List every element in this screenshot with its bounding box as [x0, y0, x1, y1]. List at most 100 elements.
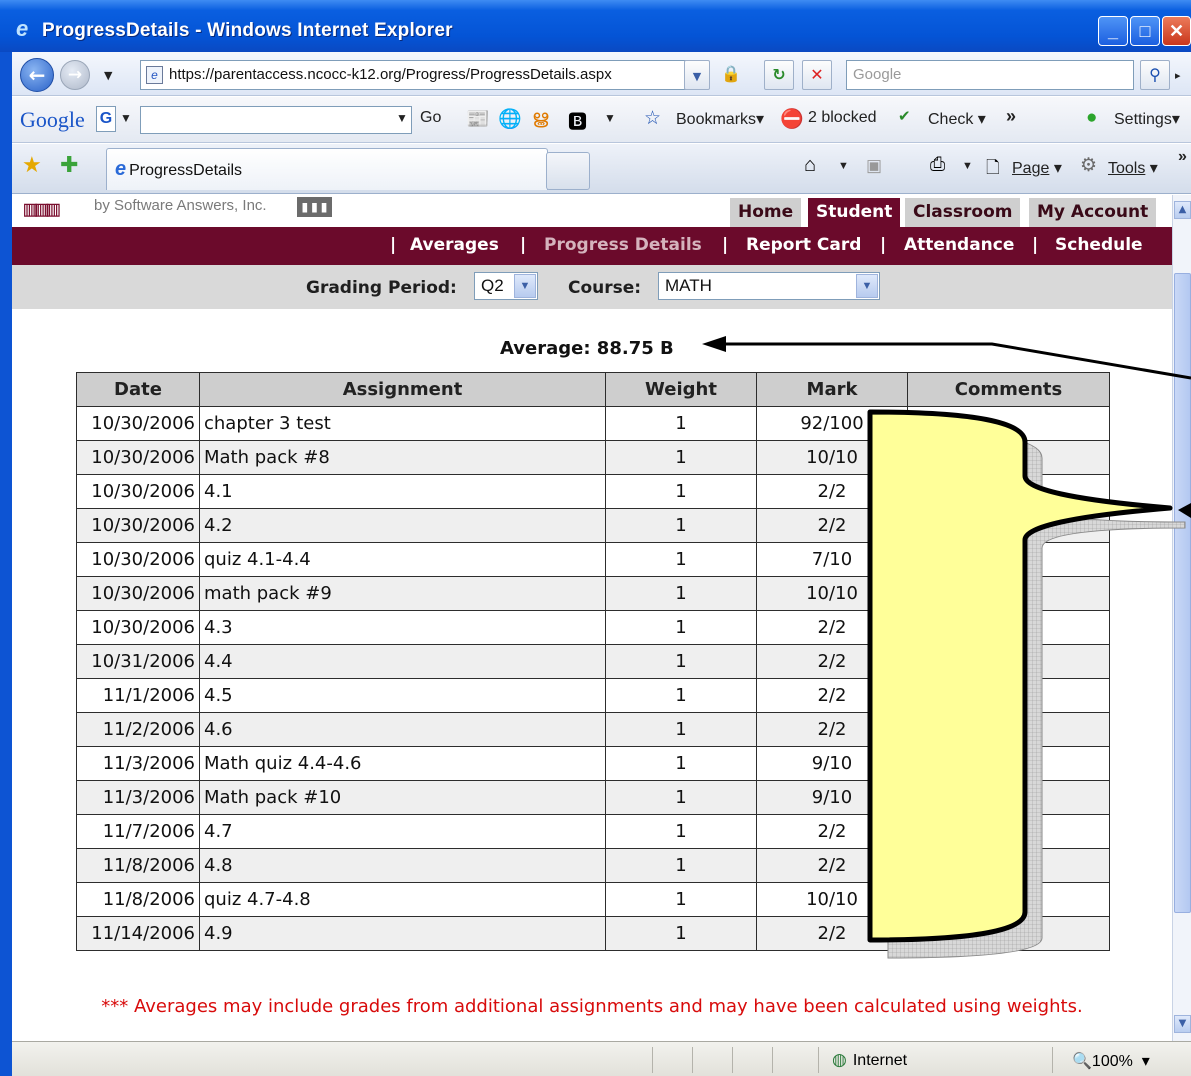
- history-dropdown-icon[interactable]: ▼: [104, 69, 112, 82]
- more-tools-dropdown-icon[interactable]: ▼: [604, 111, 616, 125]
- scroll-down-icon[interactable]: ▼: [1174, 1015, 1191, 1033]
- search-input[interactable]: Google: [846, 60, 1134, 90]
- page-scrollbar[interactable]: ▲ ▼: [1172, 195, 1191, 1041]
- cell-comments: [907, 576, 1110, 611]
- more-chevron-icon[interactable]: »: [1006, 106, 1016, 127]
- tab-progress-details[interactable]: e ProgressDetails: [106, 148, 548, 190]
- lock-icon[interactable]: 🔒: [716, 60, 746, 90]
- scroll-up-icon[interactable]: ▲: [1174, 201, 1191, 219]
- cell-assignment: math pack #9: [199, 576, 606, 611]
- subnav-schedule[interactable]: Schedule: [1055, 235, 1143, 255]
- google-menu-button[interactable]: G: [96, 106, 116, 132]
- cell-weight: 1: [605, 882, 757, 917]
- subnav-progress-details[interactable]: Progress Details: [544, 235, 702, 255]
- blogger-icon[interactable]: 🅱: [568, 107, 587, 134]
- favorites-star-icon[interactable]: ★: [22, 152, 42, 178]
- stop-icon[interactable]: ✕: [802, 60, 832, 90]
- print-dropdown-icon[interactable]: ▼: [962, 160, 973, 172]
- grading-period-select[interactable]: Q2 ▼: [474, 272, 538, 300]
- add-favorite-icon[interactable]: ✚: [60, 152, 78, 178]
- address-dropdown-icon[interactable]: ▼: [684, 60, 710, 90]
- google-search-dropdown-icon[interactable]: ▼: [396, 111, 408, 125]
- cell-weight: 1: [605, 644, 757, 679]
- window-frame: [0, 52, 12, 1076]
- vendor-logo: ▮▮▮: [297, 197, 332, 217]
- subnav-attendance[interactable]: Attendance: [904, 235, 1014, 255]
- progress-details-table: Date Assignment Weight Mark Comments 10/…: [76, 372, 1110, 951]
- subnav-averages[interactable]: Averages: [410, 235, 499, 255]
- search-placeholder: Google: [853, 66, 902, 83]
- subnav-report-card[interactable]: Report Card: [746, 235, 861, 255]
- cell-comments: [907, 644, 1110, 679]
- google-logo: Google: [20, 107, 85, 132]
- google-search-input[interactable]: [140, 106, 412, 134]
- column-header-mark[interactable]: Mark: [756, 372, 908, 407]
- status-divider: [652, 1047, 653, 1073]
- column-header-weight[interactable]: Weight: [605, 372, 757, 407]
- tab-bar: ★ ✚ e ProgressDetails ⌂ ▼ ▣ ⎙ ▼ 🗋 Page ▾ …: [12, 144, 1191, 194]
- top-tab-classroom[interactable]: Classroom: [905, 198, 1021, 227]
- news-icon[interactable]: 📰: [466, 107, 490, 131]
- column-header-assignment[interactable]: Assignment: [199, 372, 606, 407]
- window-title-bar[interactable]: e ProgressDetails - Windows Internet Exp…: [0, 0, 1191, 52]
- forward-button[interactable]: →: [60, 60, 90, 90]
- tools-menu-button[interactable]: Tools ▾: [1108, 158, 1158, 178]
- scroll-thumb[interactable]: [1174, 273, 1191, 913]
- grading-period-label: Grading Period:: [306, 278, 457, 298]
- page-menu-button[interactable]: Page ▾: [1012, 158, 1062, 178]
- cell-mark: 2/2: [756, 644, 908, 679]
- top-tab-my-account[interactable]: My Account: [1029, 198, 1157, 227]
- settings-button[interactable]: Settings▾: [1114, 109, 1180, 129]
- close-button[interactable]: ✕: [1162, 16, 1191, 46]
- minimize-button[interactable]: _: [1098, 16, 1128, 46]
- home-icon[interactable]: ⌂: [804, 154, 816, 177]
- cell-comments: [907, 814, 1110, 849]
- zoom-control[interactable]: 🔍100% ▾: [1072, 1051, 1150, 1071]
- page-viewport: ▥▥▥ by Software Answers, Inc. ▮▮▮ Home S…: [12, 195, 1172, 1041]
- column-header-comments[interactable]: Comments: [907, 372, 1110, 407]
- cell-comments: [907, 508, 1110, 543]
- print-icon[interactable]: ⎙: [930, 154, 945, 176]
- maximize-button[interactable]: □: [1130, 16, 1160, 46]
- top-tab-student[interactable]: Student: [808, 198, 901, 227]
- feeds-icon[interactable]: ▣: [866, 156, 882, 176]
- cell-assignment: 4.4: [199, 644, 606, 679]
- table-row: 11/3/2006 Math quiz 4.4-4.6 1 9/10: [76, 746, 1110, 781]
- command-more-chevron-icon[interactable]: »: [1178, 148, 1187, 166]
- refresh-icon[interactable]: ↻: [764, 60, 794, 90]
- cell-weight: 1: [605, 848, 757, 883]
- cell-mark: 2/2: [756, 814, 908, 849]
- course-select[interactable]: MATH ▼: [658, 272, 880, 300]
- table-row: 11/14/2006 4.9 1 2/2: [76, 916, 1110, 951]
- home-dropdown-icon[interactable]: ▼: [838, 160, 849, 172]
- chevron-down-icon: ▼: [514, 274, 536, 298]
- cell-assignment: Math quiz 4.4-4.6: [199, 746, 606, 781]
- ie-logo-icon: e: [16, 16, 29, 41]
- subnav-separator: |: [880, 235, 887, 255]
- cell-assignment: chapter 3 test: [199, 406, 606, 441]
- gear-icon: ⚙: [1080, 155, 1098, 176]
- status-bar: ◍ Internet 🔍100% ▾: [12, 1041, 1191, 1076]
- google-menu-dropdown-icon[interactable]: ▼: [120, 111, 132, 125]
- cell-assignment: 4.8: [199, 848, 606, 883]
- bookmarks-button[interactable]: Bookmarks▾: [676, 109, 764, 129]
- spellcheck-button[interactable]: Check ▾: [928, 109, 986, 129]
- cell-mark: 2/2: [756, 610, 908, 645]
- new-tab-button[interactable]: [546, 152, 590, 190]
- bookmark-star-icon[interactable]: ☆: [644, 107, 661, 130]
- popup-blocked-button[interactable]: 2 blocked: [808, 109, 877, 127]
- cell-weight: 1: [605, 474, 757, 509]
- globe-icon[interactable]: 🌐: [498, 107, 522, 131]
- search-icon[interactable]: ⚲: [1140, 60, 1170, 90]
- search-options-icon[interactable]: ▸: [1175, 69, 1181, 82]
- column-header-date[interactable]: Date: [76, 372, 200, 407]
- spiral-icon[interactable]: ൠ: [532, 107, 548, 129]
- cell-mark: 10/10: [756, 576, 908, 611]
- cell-comments: [907, 474, 1110, 509]
- security-zone[interactable]: ◍ Internet: [832, 1050, 907, 1070]
- back-button[interactable]: ←: [20, 58, 54, 92]
- address-bar[interactable]: e https://parentaccess.ncocc-k12.org/Pro…: [140, 60, 700, 90]
- top-tab-home[interactable]: Home: [730, 198, 802, 227]
- cell-mark: 9/10: [756, 746, 908, 781]
- google-go-button[interactable]: Go: [420, 109, 441, 127]
